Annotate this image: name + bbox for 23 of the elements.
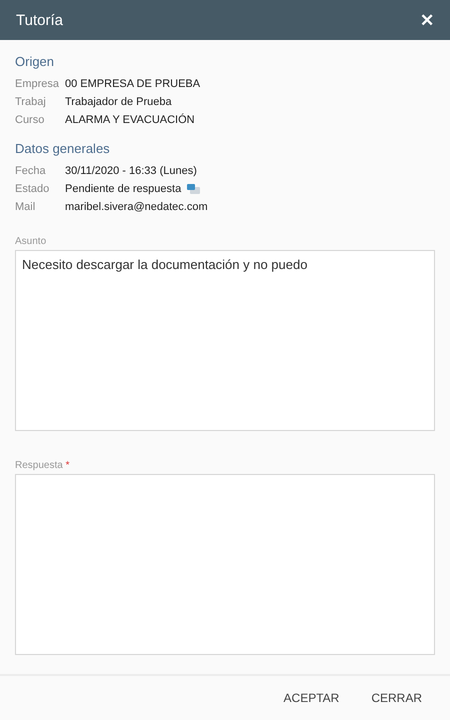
field-value: 30/11/2020 - 16:33 (Lunes)	[65, 165, 197, 177]
chat-icon	[187, 184, 200, 194]
close-button[interactable]: ✕	[420, 10, 434, 30]
field-label: Fecha	[15, 165, 47, 177]
dialog-button[interactable]: CERRAR	[367, 685, 426, 711]
section-heading: Datos generales	[15, 141, 111, 156]
field-value: Trabajador de Prueba	[65, 96, 172, 108]
dialog-button[interactable]: ACEPTAR	[280, 685, 344, 711]
field-label: Curso	[15, 114, 46, 126]
field-value: ALARMA Y EVACUACIÓN	[65, 114, 195, 126]
field-label: Mail	[15, 201, 36, 213]
field-value: maribel.sivera@nedatec.com	[65, 201, 208, 213]
window-title: Tutoría	[16, 12, 63, 28]
field-value: 00 EMPRESA DE PRUEBA	[65, 78, 200, 90]
field-label: Respuesta *	[15, 460, 70, 471]
section-heading: Origen	[15, 54, 56, 69]
field-label: Trabaj	[15, 96, 47, 108]
text-area[interactable]	[15, 474, 435, 655]
field-label: Estado	[15, 183, 50, 195]
field-value: Pendiente de respuesta	[65, 183, 182, 195]
field-label: Empresa	[15, 78, 60, 90]
text-area[interactable]: Necesito descargar la documentación y no puedo	[15, 250, 435, 431]
field-label: Asunto	[15, 236, 48, 247]
